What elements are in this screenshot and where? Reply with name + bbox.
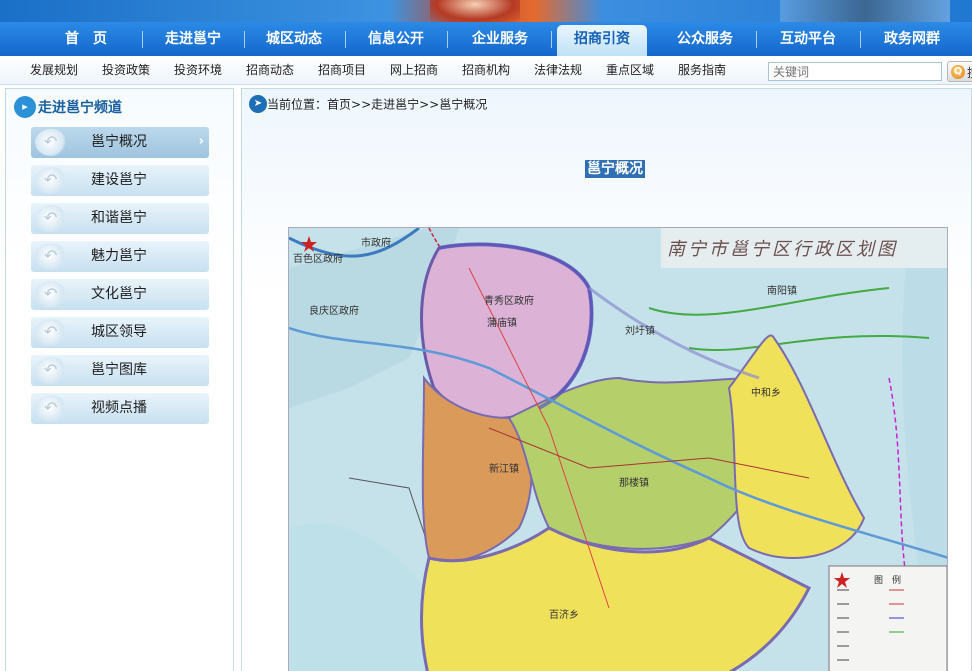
swirl-arrow-icon <box>35 205 67 232</box>
map-label: 中和乡 <box>751 388 781 399</box>
header-banner <box>0 0 972 22</box>
sidebar-item-label: 城区领导 <box>91 324 147 340</box>
nav-item-news[interactable]: 城区动态 <box>253 22 335 56</box>
nav-separator <box>244 31 245 48</box>
swirl-arrow-icon <box>35 319 67 346</box>
map-label: 青秀区政府 <box>484 296 534 307</box>
sidebar-item-overview[interactable]: 邕宁概况 › <box>31 127 209 158</box>
sidebar-item-label: 邕宁图库 <box>91 362 147 378</box>
subnav-item-news[interactable]: 招商动态 <box>240 56 300 85</box>
sidebar-item-gallery[interactable]: 邕宁图库 <box>31 355 209 386</box>
nav-item-gov-sites[interactable]: 政务网群 <box>870 22 954 56</box>
nav-separator <box>447 31 448 48</box>
map-label: 刘圩镇 <box>625 326 655 337</box>
sidebar-item-construction[interactable]: 建设邕宁 <box>31 165 209 196</box>
nav-separator <box>756 31 757 48</box>
swirl-arrow-icon <box>35 395 67 422</box>
subnav-item-projects[interactable]: 招商项目 <box>312 56 372 85</box>
subnav-item-agencies[interactable]: 招商机构 <box>456 56 516 85</box>
nav-item-investment[interactable]: 招商引资 <box>557 25 647 56</box>
map-label: 那楼镇 <box>619 478 649 489</box>
subnav-item-plan[interactable]: 发展规划 <box>24 56 84 85</box>
sidebar-title-label: 走进邕宁频道 <box>38 100 122 116</box>
map-label: 百济乡 <box>549 610 579 621</box>
breadcrumb-path[interactable]: 首页>>走进邕宁>>邕宁概况 <box>327 98 487 112</box>
map-label: 市政府 <box>361 238 391 249</box>
map-legend-title: 图 例 <box>874 576 902 586</box>
sidebar-item-charm[interactable]: 魅力邕宁 <box>31 241 209 272</box>
channel-arrow-icon: ▸ <box>14 96 36 118</box>
sidebar-item-label: 邕宁概况 <box>91 134 147 150</box>
search-icon: Q <box>951 65 965 79</box>
map-label: 新江镇 <box>489 464 519 475</box>
sidebar-item-label: 和谐邕宁 <box>91 210 147 226</box>
map-title: 南宁市邕宁区行政区划图 <box>667 239 898 260</box>
subnav-item-online[interactable]: 网上招商 <box>384 56 444 85</box>
nav-item-public[interactable]: 公众服务 <box>664 22 746 56</box>
nav-item-home[interactable]: 首 页 <box>40 22 132 56</box>
chevron-right-icon: › <box>198 134 204 149</box>
sidebar-item-culture[interactable]: 文化邕宁 <box>31 279 209 310</box>
swirl-arrow-icon <box>35 167 67 194</box>
breadcrumb: ➤ 当前位置：首页>>走进邕宁>>邕宁概况 <box>249 95 487 115</box>
swirl-arrow-icon <box>35 281 67 308</box>
nav-separator <box>345 31 346 48</box>
search-button[interactable]: Q 搜 <box>947 61 972 82</box>
district-map-image: 南宁市邕宁区行政区划图 图 例 市政府 百色区政府 青秀区政府 良庆区政府 刘圩… <box>288 227 948 671</box>
swirl-arrow-icon <box>35 129 67 156</box>
sidebar-item-label: 魅力邕宁 <box>91 248 147 264</box>
sidebar-item-harmony[interactable]: 和谐邕宁 <box>31 203 209 234</box>
sidebar-item-label: 文化邕宁 <box>91 286 147 302</box>
sidebar-item-label: 视频点播 <box>91 400 147 416</box>
nav-separator <box>551 31 552 48</box>
map-label: 蒲庙镇 <box>487 318 517 329</box>
map-graphic <box>289 228 947 671</box>
subnav-item-guide[interactable]: 服务指南 <box>672 56 732 85</box>
search-input[interactable] <box>768 62 942 81</box>
page: 首 页 走进邕宁 城区动态 信息公开 企业服务 招商引资 公众服务 互动平台 政… <box>0 0 972 671</box>
swirl-arrow-icon <box>35 243 67 270</box>
sidebar: ▸走进邕宁频道 邕宁概况 › 建设邕宁 和谐邕宁 魅力邕宁 文化邕宁 城区领导 <box>5 88 234 671</box>
breadcrumb-prefix: 当前位置： <box>267 97 328 112</box>
location-arrow-icon: ➤ <box>249 95 267 113</box>
banner-photo-athlete <box>780 0 950 22</box>
subnav-item-zones[interactable]: 重点区域 <box>600 56 660 85</box>
map-label: 南阳镇 <box>767 286 797 297</box>
swirl-arrow-icon <box>35 357 67 384</box>
banner-photo-figure <box>430 0 520 22</box>
page-title: 邕宁概况 <box>585 160 645 178</box>
nav-item-interaction[interactable]: 互动平台 <box>766 22 850 56</box>
nav-separator <box>142 31 143 48</box>
sidebar-title: ▸ 走进邕宁频道 <box>14 96 122 118</box>
nav-item-info[interactable]: 信息公开 <box>355 22 437 56</box>
subnav-item-environment[interactable]: 投资环境 <box>168 56 228 85</box>
map-label: 良庆区政府 <box>309 306 359 317</box>
nav-item-about[interactable]: 走进邕宁 <box>152 22 234 56</box>
subnav-item-policy[interactable]: 投资政策 <box>96 56 156 85</box>
subnav-item-law[interactable]: 法律法规 <box>528 56 588 85</box>
sidebar-item-label: 建设邕宁 <box>91 172 147 188</box>
nav-item-enterprise[interactable]: 企业服务 <box>458 22 542 56</box>
main-nav: 首 页 走进邕宁 城区动态 信息公开 企业服务 招商引资 公众服务 互动平台 政… <box>0 22 972 56</box>
search-button-label: 搜 <box>967 64 972 81</box>
sidebar-item-leaders[interactable]: 城区领导 <box>31 317 209 348</box>
map-label: 百色区政府 <box>293 254 343 265</box>
sidebar-item-video[interactable]: 视频点播 <box>31 393 209 424</box>
nav-separator <box>860 31 861 48</box>
